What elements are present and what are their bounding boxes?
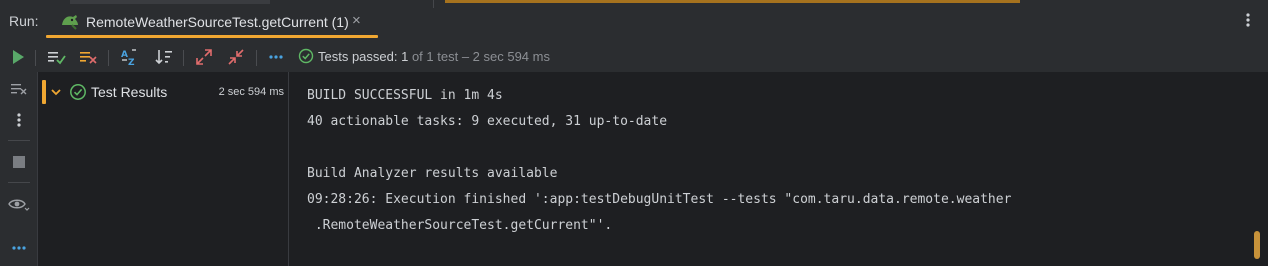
more-horizontal-icon — [269, 55, 283, 59]
status-prefix: Tests passed: — [318, 49, 402, 64]
sort-duration-icon — [155, 50, 172, 65]
expand-icon — [196, 49, 212, 65]
run-label: Run: — [9, 13, 39, 29]
top-strip-accent — [445, 0, 1020, 3]
android-test-icon — [60, 12, 80, 33]
view-icon — [8, 199, 30, 211]
test-runner-toolbar: A Z Tests passed: 1 of 1 test – 2 sec 59… — [0, 42, 1268, 72]
more-actions-button[interactable] — [265, 46, 287, 68]
more-horizontal-icon — [12, 246, 26, 250]
sort-alphabetically-button[interactable]: A Z — [118, 46, 140, 68]
run-tool-window-header: Run: RemoteWeatherSourceTest.getCurrent … — [0, 0, 1268, 42]
sort-az-icon: A Z — [121, 49, 136, 66]
stop-button[interactable] — [8, 151, 30, 173]
run-tab-title: RemoteWeatherSourceTest.getCurrent (1) — [86, 14, 349, 30]
toolbar-separator — [108, 50, 109, 66]
passed-check-icon — [298, 48, 314, 67]
collapse-icon — [228, 49, 244, 65]
console-line: 09:28:26: Execution finished ':app:testD… — [307, 192, 1012, 207]
kebab-menu-icon — [17, 113, 21, 127]
console-line: 40 actionable tasks: 9 executed, 31 up-t… — [307, 114, 668, 129]
svg-text:A: A — [121, 50, 128, 60]
show-ignored-button[interactable] — [78, 46, 100, 68]
divider — [433, 0, 434, 8]
tree-item-duration: 2 sec 594 ms — [218, 86, 284, 98]
test-results-tree: Test Results 2 sec 594 ms — [39, 72, 289, 266]
show-passed-button[interactable] — [46, 46, 68, 68]
collapse-all-button[interactable] — [225, 46, 247, 68]
scrollbar-thumb[interactable] — [1254, 231, 1260, 259]
toolbar-separator — [35, 50, 36, 66]
kebab-menu-icon[interactable] — [1245, 12, 1251, 31]
console-line: BUILD SUCCESSFUL in 1m 4s — [307, 88, 503, 103]
rerun-button[interactable] — [7, 46, 29, 68]
top-strip — [70, 0, 270, 4]
toolbar-separator — [183, 50, 184, 66]
left-action-strip — [0, 72, 38, 266]
chevron-down-icon[interactable] — [50, 86, 62, 101]
test-status: Tests passed: 1 of 1 test – 2 sec 594 ms — [298, 48, 550, 64]
expand-all-button[interactable] — [193, 46, 215, 68]
stop-icon — [13, 156, 25, 168]
console-output[interactable]: BUILD SUCCESSFUL in 1m 4s 40 actionable … — [290, 72, 1268, 266]
more-options-button[interactable] — [8, 237, 30, 259]
options-button[interactable] — [8, 109, 30, 131]
sort-by-duration-button[interactable] — [153, 46, 175, 68]
passed-check-icon — [69, 83, 87, 104]
clear-all-button[interactable] — [8, 78, 30, 100]
run-tab[interactable]: RemoteWeatherSourceTest.getCurrent (1) × — [46, 6, 378, 38]
svg-text:Z: Z — [128, 58, 135, 66]
toolbar-separator — [256, 50, 257, 66]
tree-row-test-results[interactable]: Test Results 2 sec 594 ms — [39, 80, 289, 104]
close-icon[interactable]: × — [352, 12, 361, 29]
tree-item-label: Test Results — [91, 84, 168, 100]
active-tab-underline — [46, 35, 378, 38]
console-line: Build Analyzer results available — [307, 166, 558, 181]
play-icon — [13, 50, 24, 64]
view-options-button[interactable] — [8, 193, 30, 215]
status-summary: of 1 test – 2 sec 594 ms — [408, 49, 550, 64]
show-ignored-icon — [80, 52, 97, 64]
clear-all-icon — [11, 84, 27, 95]
strip-separator — [8, 140, 30, 141]
strip-separator — [8, 182, 30, 183]
show-passed-icon — [48, 52, 66, 65]
selection-marker — [42, 80, 46, 104]
console-line: .RemoteWeatherSourceTest.getCurrent"'. — [307, 218, 613, 233]
